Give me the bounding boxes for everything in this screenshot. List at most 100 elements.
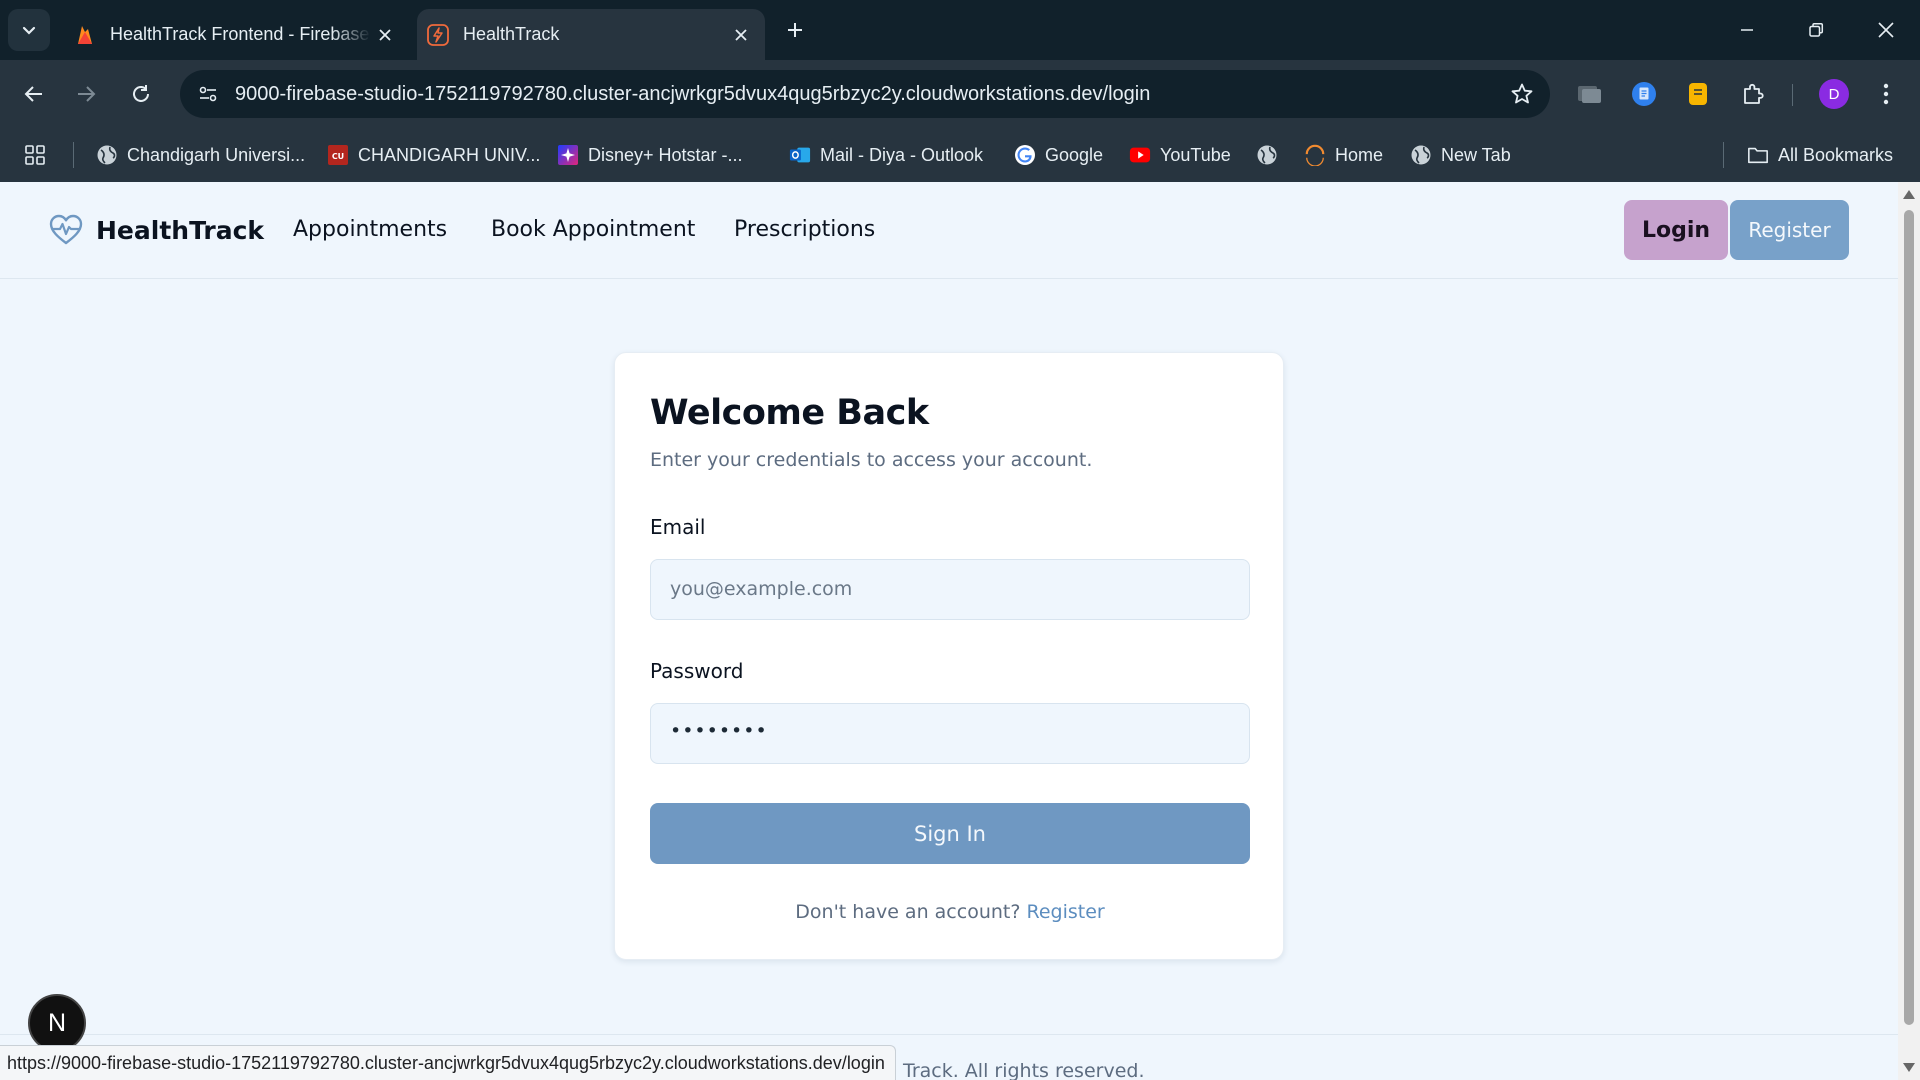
toolbar-divider [1792,84,1793,106]
bookmark-label: New Tab [1441,144,1511,165]
password-field[interactable]: •••••••• [650,703,1250,764]
arrow-right-icon [78,86,96,102]
sign-in-button[interactable]: Sign In [650,803,1250,864]
globe-icon [1410,144,1432,166]
notes-extension-icon[interactable] [1682,78,1714,110]
reload-button[interactable] [121,74,161,114]
profile-avatar[interactable]: D [1819,79,1849,109]
reload-icon [133,85,149,102]
new-tab-button[interactable] [780,15,810,45]
all-bookmarks-label: All Bookmarks [1778,144,1894,165]
tab-firebase-studio[interactable]: HealthTrack Frontend - Firebase Studio [64,9,409,60]
outlook-icon [789,144,811,166]
tab-title: HealthTrack [463,24,560,44]
login-card: Welcome Back Enter your credentials to a… [614,352,1284,960]
link-status-bubble: https://9000-firebase-studio-17521197927… [0,1045,896,1080]
footer-divider [0,1034,1898,1035]
home-arc-icon [1304,144,1326,166]
forward-button[interactable] [66,74,106,114]
restore-icon [1809,22,1824,37]
globe-icon [1256,144,1278,166]
scroll-thumb[interactable] [1904,210,1914,1025]
kebab-menu-icon[interactable] [1870,78,1902,110]
minimize-icon [1741,29,1753,31]
site-info-icon[interactable] [192,78,224,110]
email-field[interactable]: you@example.com [650,559,1250,620]
plus-icon [788,23,802,37]
bookmarks-bar: Chandigarh Universi... CU CHANDIGARH UNI… [0,128,1920,182]
password-label: Password [650,659,744,683]
page-scrollbar[interactable] [1898,182,1920,1080]
browser-toolbar: 9000-firebase-studio-1752119792780.clust… [0,60,1920,128]
email-label: Email [650,515,706,539]
apps-grid-button[interactable] [24,138,55,172]
site-header: HealthTrack Appointments Book Appointmen… [0,182,1898,279]
scroll-down-arrow[interactable] [1903,1063,1915,1072]
nav-prescriptions[interactable]: Prescriptions [734,217,875,242]
bookmark-star-icon[interactable] [1508,80,1536,108]
bookmark-label: Chandigarh Universi... [127,144,306,165]
address-bar[interactable]: 9000-firebase-studio-1752119792780.clust… [180,70,1550,118]
bookmark-google[interactable]: Google [1014,138,1103,172]
extensions-puzzle-icon[interactable] [1737,78,1769,110]
globe-icon [96,144,118,166]
register-link[interactable]: Register [1026,901,1104,923]
card-subtitle: Enter your credentials to access your ac… [650,449,1093,471]
scroll-up-arrow[interactable] [1903,190,1915,199]
bookmark-home[interactable]: Home [1304,138,1383,172]
nextjs-dev-indicator[interactable]: N [28,994,86,1052]
register-prompt-text: Don't have an account? [795,901,1021,923]
tab-search-button[interactable] [8,9,50,51]
url-text: 9000-firebase-studio-1752119792780.clust… [235,83,1151,105]
register-button[interactable]: Register [1730,200,1849,260]
brand-name: HealthTrack [96,215,265,245]
card-title: Welcome Back [650,393,929,433]
bookmark-untitled[interactable] [1256,138,1287,172]
tab-title: HealthTrack Frontend - Firebase Studio [110,24,371,44]
bookmark-outlook[interactable]: Mail - Diya - Outlook [789,138,983,172]
back-button[interactable] [14,74,54,114]
password-value: •••••••• [670,720,768,742]
bookmark-new-tab[interactable]: New Tab [1410,138,1511,172]
email-placeholder: you@example.com [670,578,853,600]
nav-appointments[interactable]: Appointments [293,217,447,242]
arrow-left-icon [24,86,42,102]
chevron-down-icon [22,26,36,35]
bookmark-label: CHANDIGARH UNIV... [358,144,541,165]
bookmark-label: Google [1045,144,1104,165]
media-extension-icon[interactable] [1574,78,1606,110]
bookmark-hotstar[interactable]: Disney+ Hotstar -... [557,138,743,172]
heart-pulse-icon [49,214,83,245]
bookmark-label: YouTube [1160,144,1231,165]
close-icon[interactable] [371,21,399,49]
firebase-icon [74,24,96,46]
brand-logo-link[interactable]: HealthTrack [48,212,264,248]
restore-button[interactable] [1796,10,1836,50]
page-viewport: HealthTrack Appointments Book Appointmen… [0,182,1898,1080]
bookmark-youtube[interactable]: YouTube [1129,138,1231,172]
google-icon [1014,144,1036,166]
hotstar-icon [557,144,579,166]
folder-icon [1747,144,1769,166]
register-prompt: Don't have an account? Register [615,901,1285,923]
bookmark-chandigarh-university[interactable]: Chandigarh Universi... [96,138,305,172]
bookmark-label: Disney+ Hotstar -... [588,144,743,165]
bookmark-divider [1723,142,1724,168]
docs-extension-icon[interactable] [1628,78,1660,110]
cu-logo-icon: CU [327,144,349,166]
svg-text:CU: CU [332,152,344,161]
minimize-button[interactable] [1727,10,1767,50]
close-icon [1878,22,1894,38]
apps-grid-icon [24,144,46,166]
browser-tabstrip: HealthTrack Frontend - Firebase Studio H… [0,0,1920,60]
bookmark-chandigarh-univ-portal[interactable]: CU CHANDIGARH UNIV... [327,138,540,172]
login-button[interactable]: Login [1624,200,1728,260]
close-window-button[interactable] [1866,10,1906,50]
bookmark-divider [73,142,74,168]
all-bookmarks-button[interactable]: All Bookmarks [1747,138,1893,172]
tab-healthtrack[interactable]: HealthTrack [417,9,765,60]
bookmark-label: Home [1335,144,1384,165]
close-icon[interactable] [727,21,755,49]
nav-book-appointment[interactable]: Book Appointment [491,217,695,242]
footer-copyright: Track. All rights reserved. [903,1060,1145,1080]
